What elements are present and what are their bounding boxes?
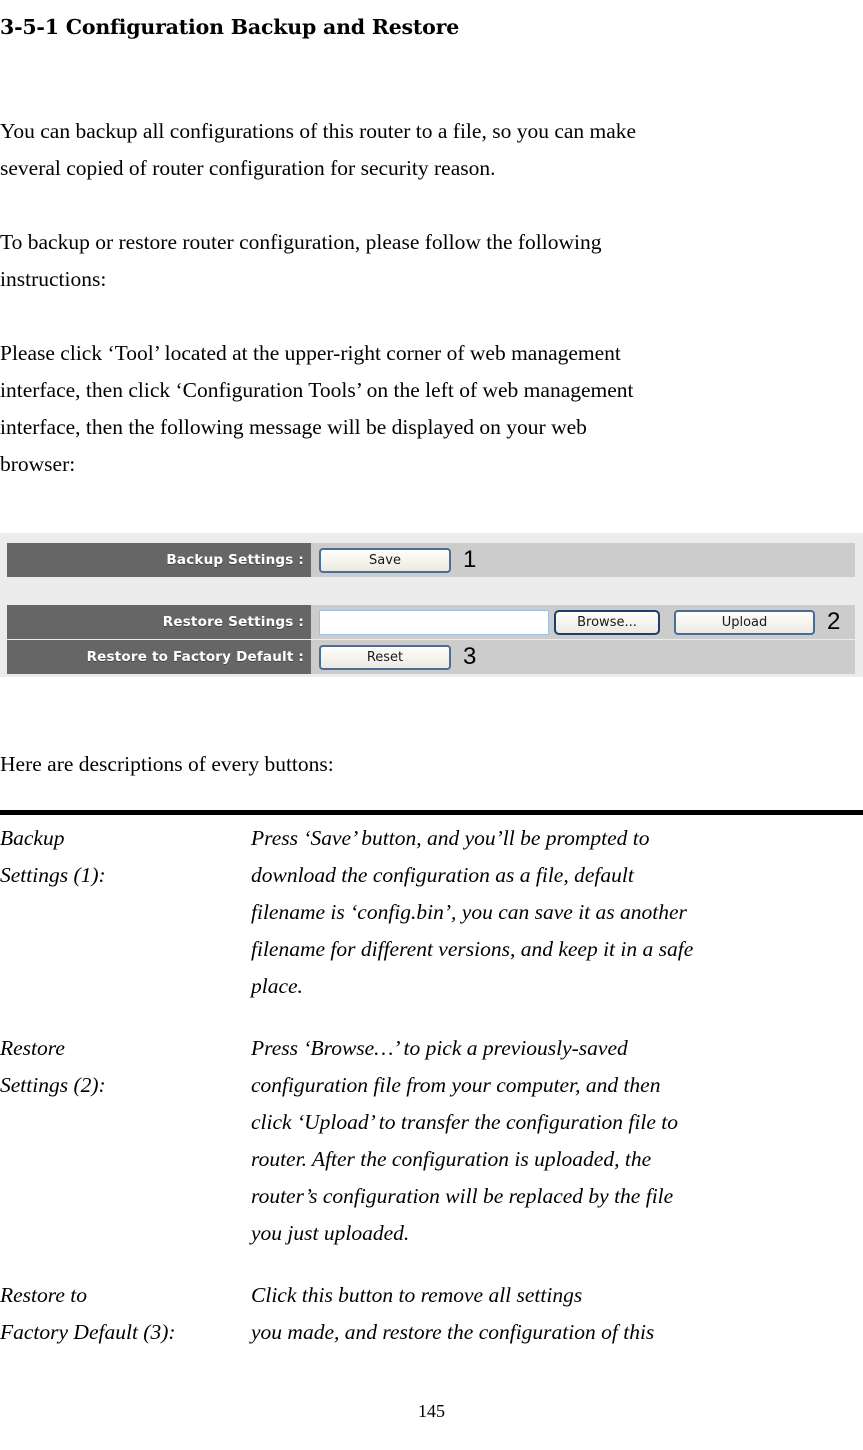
- term-line: Backup: [0, 826, 65, 850]
- paragraph-navigation: Please click ‘Tool’ located at the upper…: [0, 335, 863, 483]
- definition-line: place.: [251, 974, 303, 998]
- configuration-tools-screenshot: Backup Settings : Save 1 Restore Setting…: [0, 533, 863, 677]
- definition-line: filename is ‘config.bin’, you can save i…: [251, 900, 687, 924]
- description-term: Restore to Factory Default (3):: [0, 1277, 251, 1351]
- restore-settings-fields: Browse... Upload 2: [311, 605, 855, 639]
- term-line: Settings (1):: [0, 863, 106, 887]
- term-line: Restore: [0, 1036, 65, 1060]
- backup-settings-row: Backup Settings : Save 1: [7, 543, 855, 577]
- description-row: Restore Settings (2): Press ‘Browse…’ to…: [0, 1030, 863, 1252]
- definition-line: Click this button to remove all settings: [251, 1283, 583, 1307]
- callout-marker-3: 3: [463, 643, 477, 670]
- paragraph-line: browser:: [0, 452, 76, 476]
- definition-line: click ‘Upload’ to transfer the configura…: [251, 1110, 678, 1134]
- paragraph-line: interface, then click ‘Configuration Too…: [0, 378, 634, 402]
- definition-line: download the configuration as a file, de…: [251, 863, 634, 887]
- description-definition: Click this button to remove all settings…: [251, 1277, 863, 1351]
- paragraph-line: Please click ‘Tool’ located at the upper…: [0, 341, 621, 365]
- description-definition: Press ‘Save’ button, and you’ll be promp…: [251, 820, 863, 1005]
- paragraph-line: instructions:: [0, 267, 107, 291]
- term-line: Restore to: [0, 1283, 87, 1307]
- definition-line: Press ‘Browse…’ to pick a previously-sav…: [251, 1036, 628, 1060]
- save-button[interactable]: Save: [319, 547, 451, 573]
- definition-line: Press ‘Save’ button, and you’ll be promp…: [251, 826, 650, 850]
- document-page: 3-5-1 Configuration Backup and Restore Y…: [0, 0, 863, 1450]
- description-term: Restore Settings (2):: [0, 1030, 251, 1104]
- description-definition: Press ‘Browse…’ to pick a previously-sav…: [251, 1030, 863, 1252]
- backup-settings-label: Backup Settings :: [7, 543, 311, 577]
- upload-button[interactable]: Upload: [674, 609, 815, 635]
- button-descriptions-table: Backup Settings (1): Press ‘Save’ button…: [0, 820, 863, 1376]
- restore-file-input[interactable]: [319, 609, 549, 635]
- term-line: Settings (2):: [0, 1073, 106, 1097]
- paragraph-line: several copied of router configuration f…: [0, 156, 496, 180]
- definition-line: you made, and restore the configuration …: [251, 1320, 655, 1344]
- callout-marker-2: 2: [827, 608, 841, 635]
- paragraph-intro: You can backup all configurations of thi…: [0, 113, 863, 187]
- callout-marker-1: 1: [463, 546, 477, 573]
- paragraph-instructions: To backup or restore router configuratio…: [0, 224, 863, 298]
- restore-settings-label: Restore Settings :: [7, 605, 311, 639]
- restore-factory-default-fields: Reset 3: [311, 640, 855, 674]
- definition-line: filename for different versions, and kee…: [251, 937, 694, 961]
- backup-settings-fields: Save 1: [311, 543, 855, 577]
- restore-factory-default-row: Restore to Factory Default : Reset 3: [7, 640, 855, 674]
- description-row: Restore to Factory Default (3): Click th…: [0, 1277, 863, 1351]
- horizontal-rule: [0, 810, 863, 815]
- descriptions-lead-in: Here are descriptions of every buttons:: [0, 752, 334, 776]
- page-title: 3-5-1 Configuration Backup and Restore: [0, 14, 460, 39]
- description-row: Backup Settings (1): Press ‘Save’ button…: [0, 820, 863, 1005]
- term-line: Factory Default (3):: [0, 1320, 176, 1344]
- description-term: Backup Settings (1):: [0, 820, 251, 894]
- definition-line: configuration file from your computer, a…: [251, 1073, 661, 1097]
- definition-line: router’s configuration will be replaced …: [251, 1184, 674, 1208]
- restore-settings-row: Restore Settings : Browse... Upload 2: [7, 605, 855, 639]
- definition-line: router. After the configuration is uploa…: [251, 1147, 652, 1171]
- paragraph-line: To backup or restore router configuratio…: [0, 230, 602, 254]
- reset-button[interactable]: Reset: [319, 644, 451, 670]
- definition-line: you just uploaded.: [251, 1221, 410, 1245]
- paragraph-line: interface, then the following message wi…: [0, 415, 587, 439]
- page-number: 145: [418, 1401, 445, 1421]
- browse-button[interactable]: Browse...: [554, 609, 660, 635]
- paragraph-line: You can backup all configurations of thi…: [0, 119, 637, 143]
- restore-factory-default-label: Restore to Factory Default :: [7, 640, 311, 674]
